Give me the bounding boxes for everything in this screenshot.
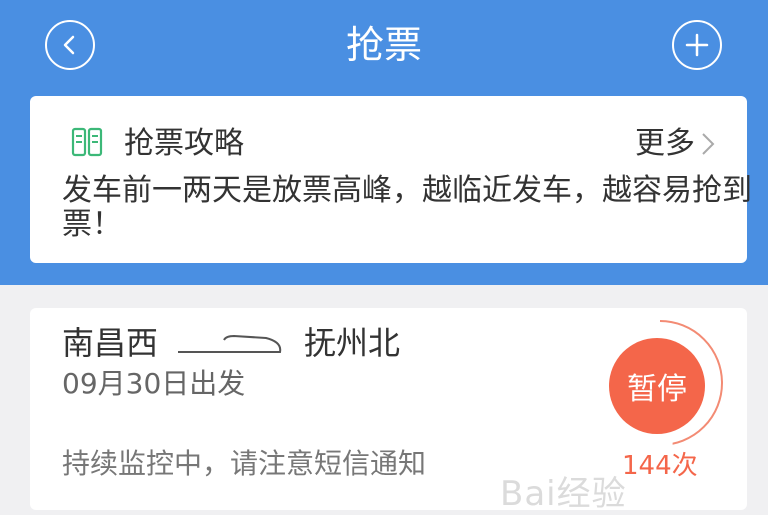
book-icon bbox=[71, 127, 103, 157]
more-link[interactable]: 更多 bbox=[635, 124, 717, 164]
page-title: 抢票 bbox=[345, 23, 422, 67]
more-label: 更多 bbox=[635, 126, 695, 161]
add-button[interactable] bbox=[672, 20, 722, 70]
route: 南昌西 抚州北 bbox=[62, 322, 400, 364]
tips-card[interactable]: 抢票攻略 更多 发车前一两天是放票高峰，越临近发车，越容易抢到票！ bbox=[30, 96, 752, 263]
monitor-status: 持续监控中，请注意短信通知 bbox=[62, 447, 427, 480]
plus-icon bbox=[685, 33, 709, 57]
tips-title: 抢票攻略 bbox=[124, 126, 244, 161]
chevron-right-icon bbox=[702, 133, 715, 155]
from-station: 南昌西 bbox=[62, 324, 159, 362]
pause-control: 暂停 bbox=[597, 320, 723, 446]
to-station: 抚州北 bbox=[304, 324, 401, 362]
ticket-card[interactable]: 南昌西 抚州北 09月30日出发 持续监控中，请注意短信通知 暂停 144次 bbox=[30, 308, 747, 510]
attempt-count: 144次 bbox=[622, 451, 698, 481]
app-header: 抢票 抢票攻略 更多 发车前一两天是放票高峰，越临近发车，越容易抢到票！ bbox=[0, 0, 768, 285]
train-icon bbox=[178, 334, 282, 353]
departure-date: 09月30日出发 bbox=[62, 367, 246, 400]
pause-button[interactable]: 暂停 bbox=[609, 338, 705, 434]
watermark: Bai经验 bbox=[500, 474, 627, 514]
tips-text: 发车前一两天是放票高峰，越临近发车，越容易抢到票！ bbox=[62, 173, 752, 242]
